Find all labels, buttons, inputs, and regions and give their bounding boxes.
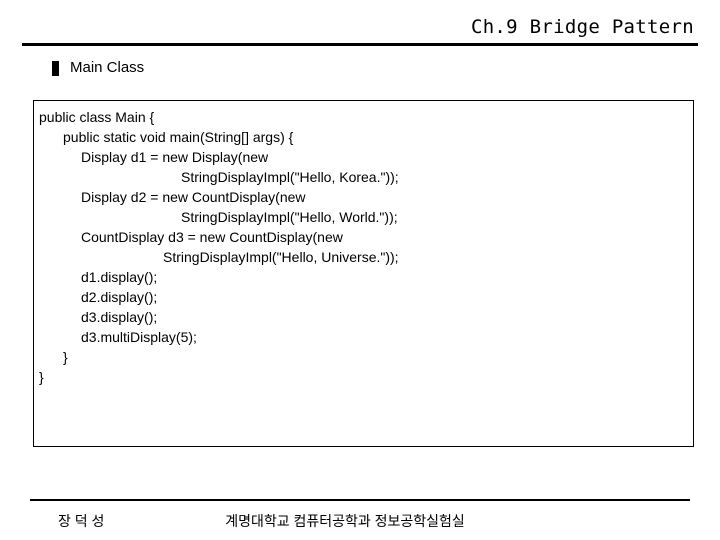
- square-bullet-icon: [52, 60, 59, 76]
- code-line: public static void main(String[] args) {: [63, 129, 294, 145]
- footer-divider: [30, 499, 690, 501]
- code-line: d3.display();: [81, 309, 158, 325]
- page-title: Ch.9 Bridge Pattern: [470, 16, 694, 38]
- code-line: }: [39, 369, 44, 385]
- code-line: StringDisplayImpl("Hello, Korea."));: [181, 169, 399, 185]
- code-line-list: public class Main { public static void ma…: [34, 107, 693, 387]
- code-line: d1.display();: [81, 269, 158, 285]
- code-line: Display d2 = new CountDisplay(new: [81, 189, 306, 205]
- slide-canvas: Ch.9 Bridge Pattern Main Class public cl…: [0, 0, 720, 540]
- code-line: CountDisplay d3 = new CountDisplay(new: [81, 229, 343, 245]
- code-line: }: [63, 349, 68, 365]
- footer-organization: 계명대학교 컴퓨터공학과 정보공학실험실: [225, 513, 465, 529]
- section-heading-label: Main Class: [70, 59, 145, 76]
- code-line: Display d1 = new Display(new: [81, 149, 269, 165]
- header-divider: [22, 43, 698, 46]
- code-line: StringDisplayImpl("Hello, World."));: [181, 209, 398, 225]
- code-line: StringDisplayImpl("Hello, Universe."));: [163, 249, 399, 265]
- code-line: d3.multiDisplay(5);: [81, 329, 197, 345]
- code-line: d2.display();: [81, 289, 158, 305]
- code-line: public class Main {: [39, 109, 155, 125]
- section-heading: Main Class: [52, 58, 144, 78]
- code-block: public class Main { public static void ma…: [33, 100, 694, 447]
